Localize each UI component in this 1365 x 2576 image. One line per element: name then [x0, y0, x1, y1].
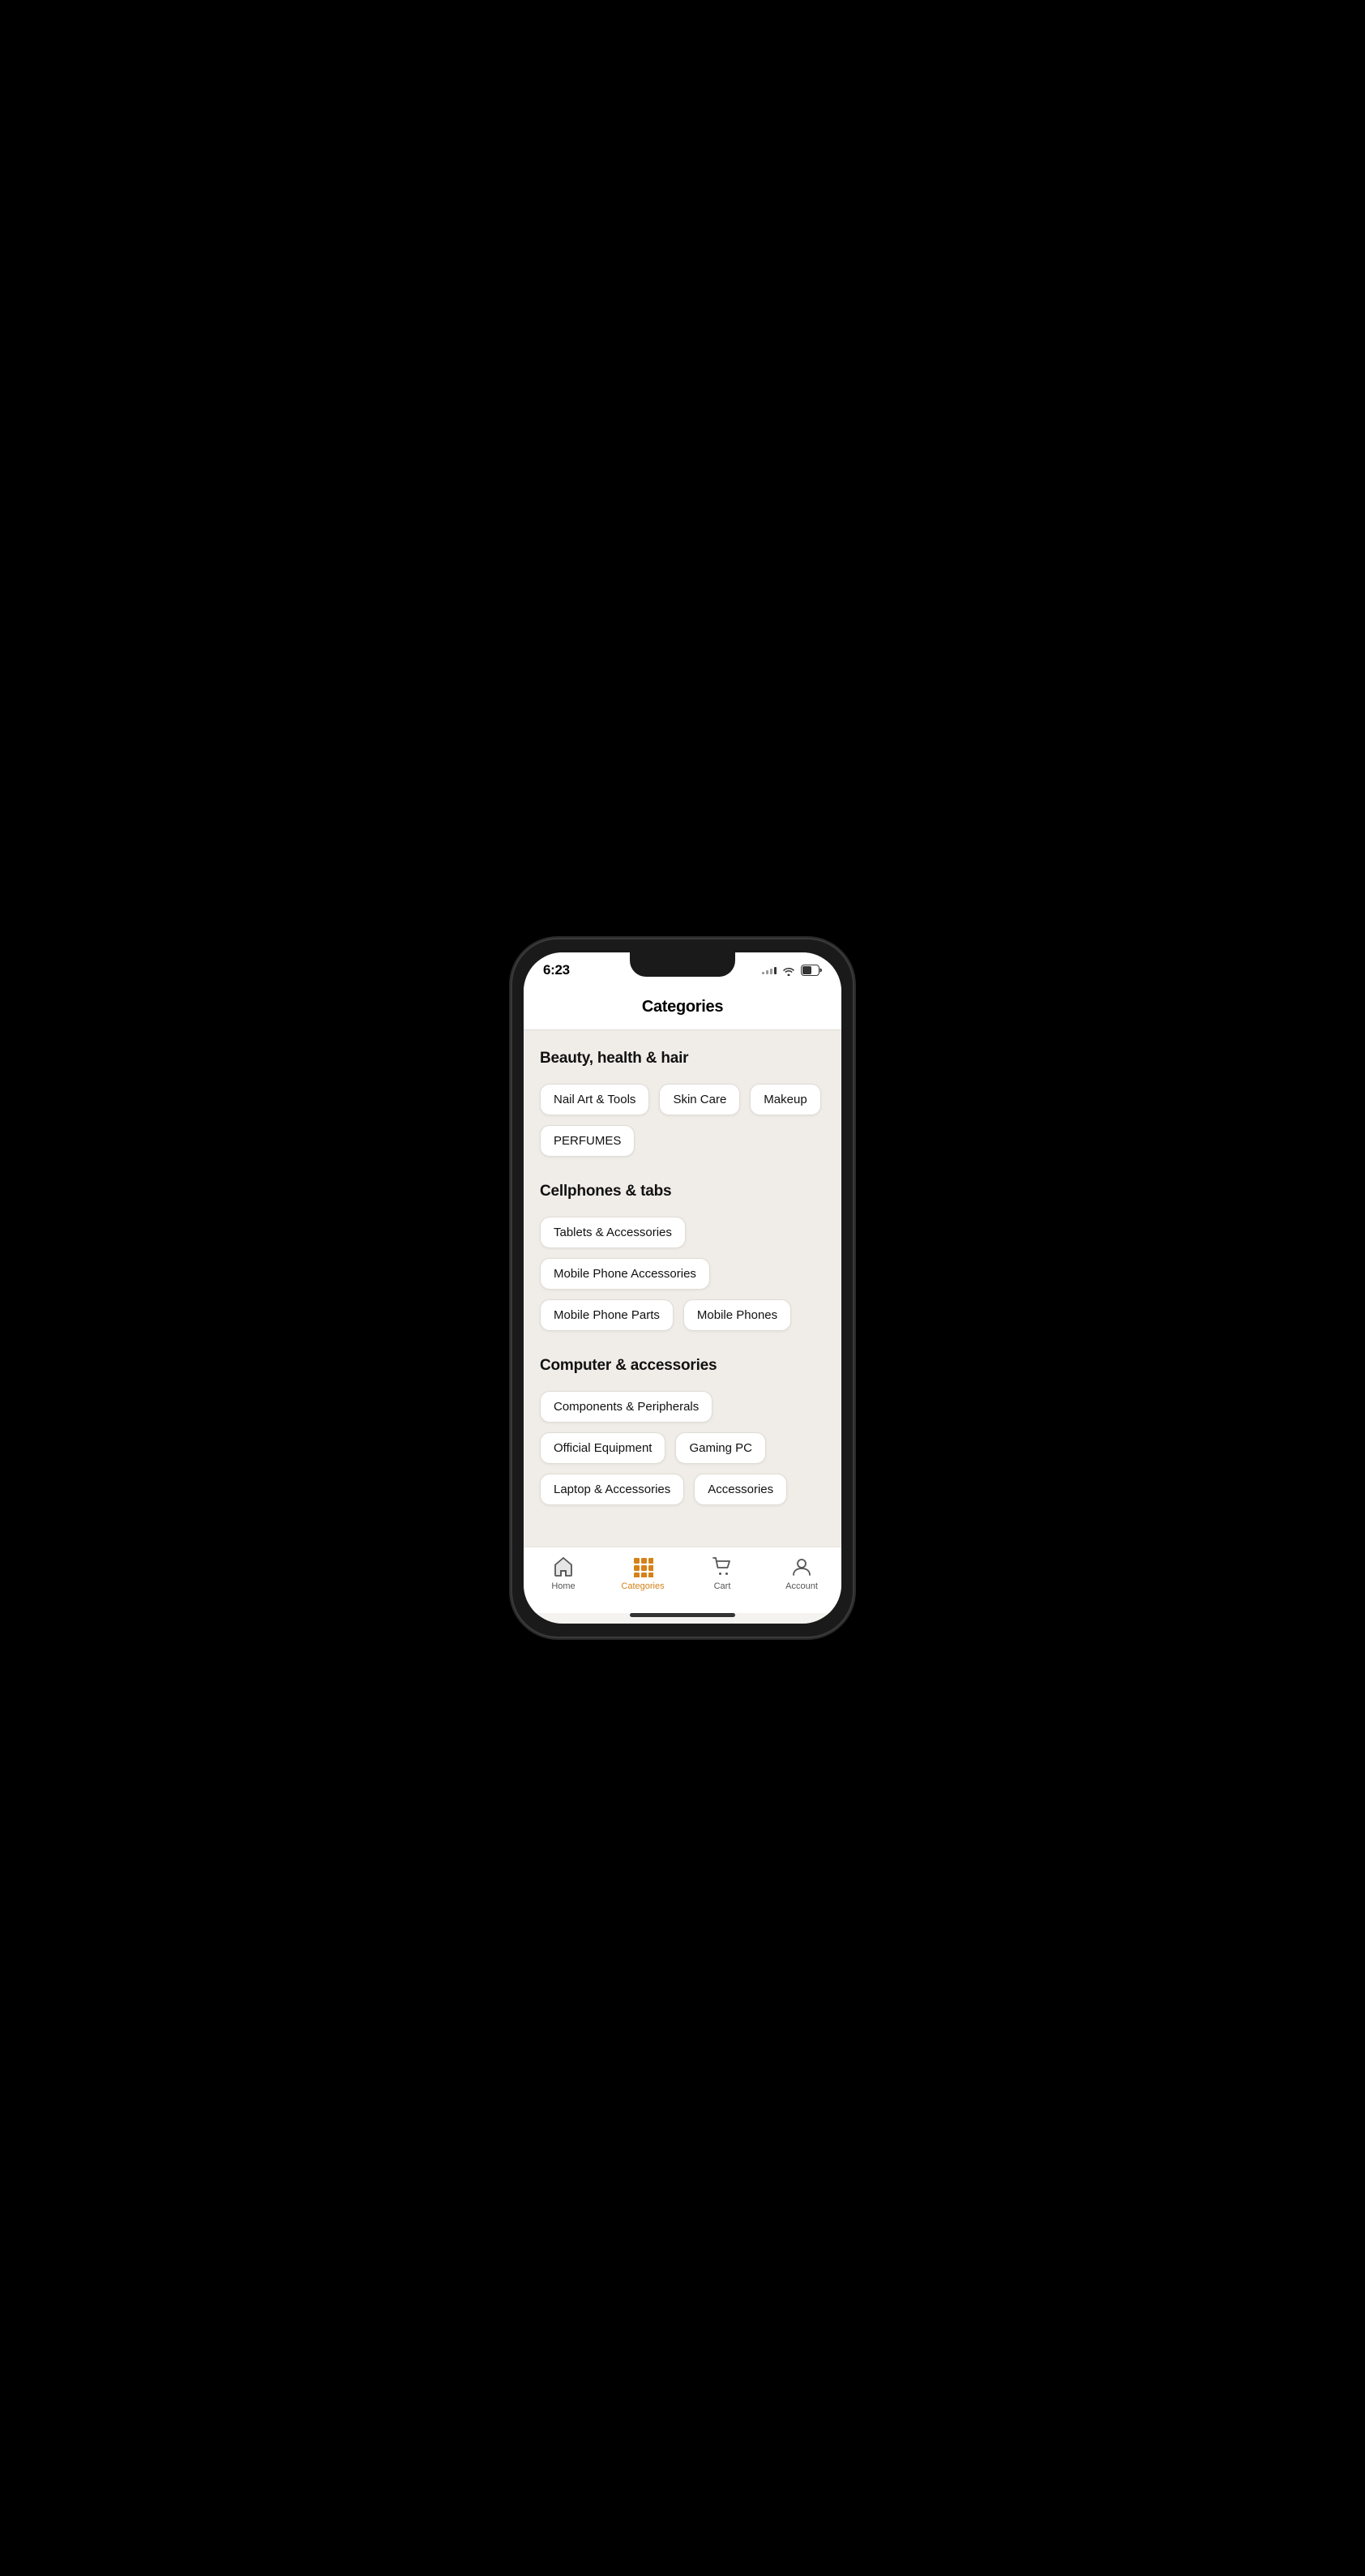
categories-icon [631, 1555, 654, 1578]
tags-beauty: Nail Art & Tools Skin Care Makeup PERFUM… [540, 1084, 825, 1157]
nav-label-home: Home [551, 1581, 575, 1591]
nav-label-categories: Categories [621, 1581, 664, 1591]
phone-frame: 6:23 [512, 939, 853, 1637]
page-title: Categories [642, 998, 723, 1016]
account-icon [790, 1555, 813, 1578]
nav-label-account: Account [785, 1581, 818, 1591]
bottom-nav: Home Categories [524, 1547, 841, 1613]
nav-item-cart[interactable]: Cart [682, 1555, 762, 1591]
tags-cellphones: Tablets & Accessories Mobile Phone Acces… [540, 1217, 825, 1331]
section-beauty: Beauty, health & hair Nail Art & Tools S… [540, 1050, 825, 1157]
wifi-icon [781, 965, 796, 976]
nav-label-cart: Cart [714, 1581, 731, 1591]
tag-official-equipment[interactable]: Official Equipment [540, 1432, 665, 1464]
tag-laptop-accessories[interactable]: Laptop & Accessories [540, 1474, 684, 1505]
nav-item-account[interactable]: Account [762, 1555, 841, 1591]
notch [630, 952, 735, 977]
home-indicator [630, 1613, 735, 1617]
tag-nail-art[interactable]: Nail Art & Tools [540, 1084, 649, 1115]
section-title-cellphones: Cellphones & tabs [540, 1183, 825, 1200]
signal-icon [762, 967, 777, 974]
section-computers: Computer & accessories Components & Peri… [540, 1357, 825, 1505]
section-title-beauty: Beauty, health & hair [540, 1050, 825, 1068]
tag-accessories[interactable]: Accessories [694, 1474, 787, 1505]
section-cellphones: Cellphones & tabs Tablets & Accessories … [540, 1183, 825, 1331]
battery-icon [801, 965, 822, 976]
cart-icon [711, 1555, 734, 1578]
tag-perfumes[interactable]: PERFUMES [540, 1125, 635, 1157]
phone-screen: 6:23 [524, 952, 841, 1624]
tag-skin-care[interactable]: Skin Care [659, 1084, 740, 1115]
tag-gaming-pc[interactable]: Gaming PC [675, 1432, 766, 1464]
app-header: Categories [524, 988, 841, 1030]
home-icon [552, 1555, 575, 1578]
tag-mobile-phones[interactable]: Mobile Phones [683, 1299, 791, 1331]
tags-computers: Components & Peripherals Official Equipm… [540, 1391, 825, 1505]
tag-makeup[interactable]: Makeup [750, 1084, 820, 1115]
status-icons [762, 965, 822, 976]
status-bar: 6:23 [524, 952, 841, 988]
tag-components-peripherals[interactable]: Components & Peripherals [540, 1391, 712, 1423]
tag-tablets-accessories[interactable]: Tablets & Accessories [540, 1217, 686, 1248]
categories-content: Beauty, health & hair Nail Art & Tools S… [524, 1030, 841, 1547]
status-time: 6:23 [543, 962, 570, 978]
tag-mobile-phone-parts[interactable]: Mobile Phone Parts [540, 1299, 674, 1331]
tag-mobile-phone-accessories[interactable]: Mobile Phone Accessories [540, 1258, 710, 1290]
section-title-computers: Computer & accessories [540, 1357, 825, 1375]
nav-item-home[interactable]: Home [524, 1555, 603, 1591]
nav-item-categories[interactable]: Categories [603, 1555, 682, 1591]
